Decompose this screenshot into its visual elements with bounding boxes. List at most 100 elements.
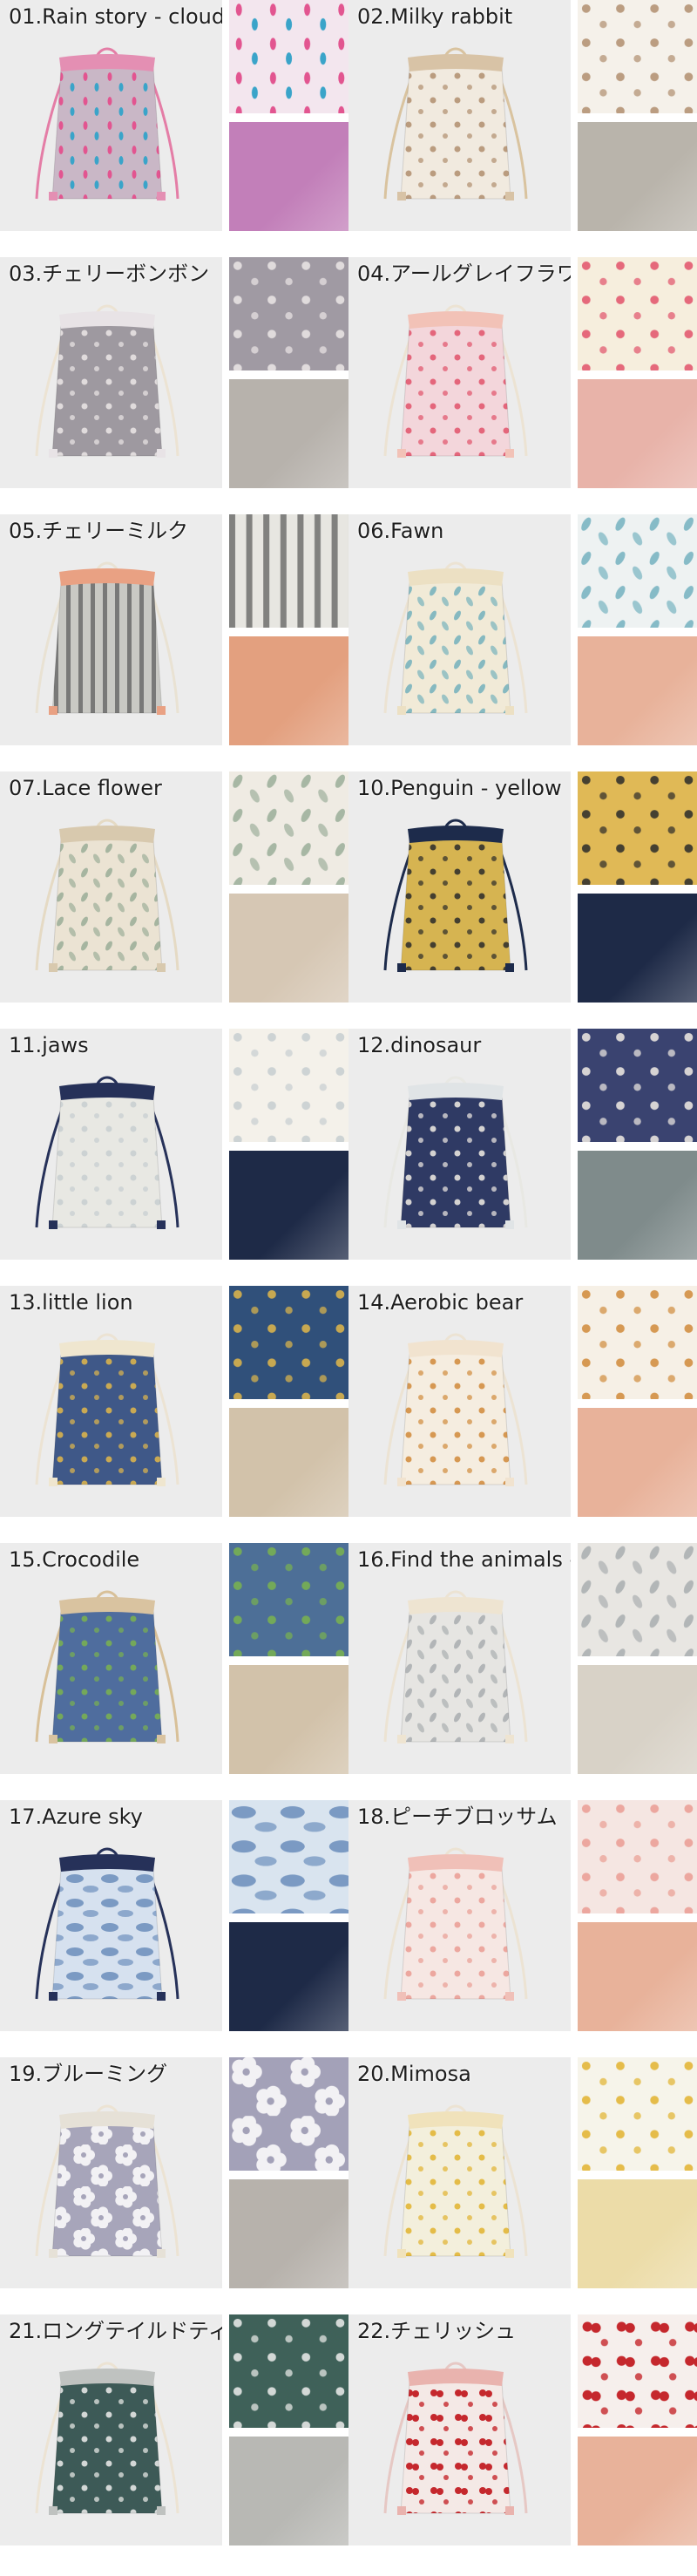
product-cell[interactable]: 12.dinosaur	[348, 1029, 697, 1286]
product-cell[interactable]: 21.ロングテイルドティト	[0, 2314, 348, 2572]
product-cell[interactable]: 20.Mimosa	[348, 2057, 697, 2314]
bag-photo[interactable]: 20.Mimosa	[348, 2057, 571, 2288]
fabric-swatch-lining	[229, 122, 348, 231]
bag-top-trim	[59, 2111, 155, 2129]
product-cell[interactable]: 03.チェリーボンボン	[0, 257, 348, 514]
bag-photo[interactable]: 15.Crocodile	[0, 1543, 222, 1774]
bag-image	[30, 2360, 185, 2524]
product-cell[interactable]: 16.Find the animals - forest	[348, 1543, 697, 1800]
bag-body	[400, 67, 511, 200]
corner-tab	[49, 2506, 58, 2515]
fabric-swatch-pattern	[578, 1543, 697, 1656]
fabric-swatch-lining	[578, 636, 697, 745]
bag-photo[interactable]: 19.ブルーミング	[0, 2057, 222, 2288]
corner-tab	[49, 1735, 58, 1743]
bag-body	[51, 1610, 163, 1743]
corner-tab	[397, 706, 406, 715]
bag-image	[378, 817, 533, 981]
product-label: 20.Mimosa	[357, 2062, 471, 2086]
bag-body	[400, 324, 511, 457]
bag-photo[interactable]: 02.Milky rabbit	[348, 0, 571, 231]
fabric-swatch-pattern	[229, 1286, 348, 1399]
bag-photo[interactable]: 05.チェリーミルク	[0, 514, 222, 745]
product-cell[interactable]: 10.Penguin - yellow	[348, 771, 697, 1029]
fabric-swatch-outer	[229, 514, 348, 628]
fabric-swatch-lining	[578, 122, 697, 231]
fabric-swatch-lining	[578, 2179, 697, 2288]
bag-top-trim	[408, 2369, 504, 2386]
bag-top-trim	[59, 1083, 155, 1100]
product-label: 18.ピーチブロッサム	[357, 1805, 558, 1829]
bag-body	[400, 2382, 511, 2514]
bag-photo[interactable]: 01.Rain story - cloud	[0, 0, 222, 231]
product-grid: 01.Rain story - cloud 02.Milky rabbit 03.チ…	[0, 0, 697, 2576]
product-cell[interactable]: 22.チェリッシュ	[348, 2314, 697, 2572]
product-cell[interactable]: 18.ピーチブロッサム	[348, 1800, 697, 2057]
product-label: 04.アールグレイフラワー	[357, 262, 571, 286]
bag-body	[51, 581, 163, 714]
bag-body	[51, 2124, 163, 2257]
product-cell[interactable]: 14.Aerobic bear	[348, 1286, 697, 1543]
bag-photo[interactable]: 22.チェリッシュ	[348, 2314, 571, 2545]
bag-photo[interactable]: 11.jaws	[0, 1029, 222, 1260]
fabric-swatch-outer	[229, 1029, 348, 1142]
fabric-swatch-outer	[578, 1286, 697, 1399]
bag-image	[30, 817, 185, 981]
product-label: 06.Fawn	[357, 519, 444, 543]
bag-photo[interactable]: 07.Lace flower	[0, 771, 222, 1003]
product-cell[interactable]: 04.アールグレイフラワー	[348, 257, 697, 514]
bag-photo[interactable]: 14.Aerobic bear	[348, 1286, 571, 1517]
corner-tab	[157, 1220, 166, 1229]
bag-illustration	[35, 1333, 179, 1486]
corner-tab	[157, 1992, 166, 2001]
product-cell[interactable]: 07.Lace flower	[0, 771, 348, 1029]
fabric-swatch-outer	[578, 2057, 697, 2171]
bag-top-trim	[408, 826, 504, 843]
bag-photo[interactable]: 16.Find the animals - forest	[348, 1543, 571, 1774]
bag-photo[interactable]: 13.little lion	[0, 1286, 222, 1517]
bag-photo[interactable]: 06.Fawn	[348, 514, 571, 745]
bag-photo[interactable]: 17.Azure sky	[0, 1800, 222, 2031]
product-cell[interactable]: 11.jaws	[0, 1029, 348, 1286]
bag-photo[interactable]: 12.dinosaur	[348, 1029, 571, 1260]
bag-photo[interactable]: 21.ロングテイルドティト	[0, 2314, 222, 2545]
product-cell[interactable]: 02.Milky rabbit	[348, 0, 697, 257]
product-label: 16.Find the animals - forest	[357, 1547, 571, 1572]
corner-tab	[157, 2249, 166, 2258]
corner-tab	[505, 963, 514, 972]
bag-illustration	[383, 47, 528, 201]
fabric-swatch-pattern	[578, 771, 697, 885]
product-cell[interactable]: 06.Fawn	[348, 514, 697, 771]
bag-top-trim	[408, 1597, 504, 1614]
fabric-swatch-lining	[229, 1665, 348, 1774]
fabric-swatch-outer	[578, 1800, 697, 1913]
bag-photo[interactable]: 03.チェリーボンボン	[0, 257, 222, 488]
product-cell[interactable]: 01.Rain story - cloud	[0, 0, 348, 257]
bag-image	[30, 1588, 185, 1752]
product-cell[interactable]: 17.Azure sky	[0, 1800, 348, 2057]
product-cell[interactable]: 19.ブルーミング	[0, 2057, 348, 2314]
fabric-swatch-outer	[229, 2057, 348, 2171]
fabric-swatch-pattern	[578, 1029, 697, 1142]
fabric-swatch-outer	[229, 1543, 348, 1656]
fabric-swatch-outer	[229, 1800, 348, 1913]
bag-photo[interactable]: 18.ピーチブロッサム	[348, 1800, 571, 2031]
product-cell[interactable]: 05.チェリーミルク	[0, 514, 348, 771]
fabric-swatch-pattern	[578, 257, 697, 370]
bag-image	[378, 560, 533, 724]
bag-top-trim	[59, 1597, 155, 1614]
fabric-swatch-outer	[578, 1029, 697, 1142]
fabric-swatch-lining	[578, 894, 697, 1003]
product-cell[interactable]: 13.little lion	[0, 1286, 348, 1543]
bag-image	[378, 2360, 533, 2524]
corner-tab	[397, 963, 406, 972]
bag-image	[30, 45, 185, 209]
corner-tab	[49, 192, 58, 201]
fabric-swatch-lining	[578, 1922, 697, 2031]
bag-image	[378, 2103, 533, 2267]
bag-top-trim	[59, 1854, 155, 1872]
product-label: 14.Aerobic bear	[357, 1290, 524, 1315]
product-cell[interactable]: 15.Crocodile	[0, 1543, 348, 1800]
bag-photo[interactable]: 10.Penguin - yellow	[348, 771, 571, 1003]
bag-photo[interactable]: 04.アールグレイフラワー	[348, 257, 571, 488]
